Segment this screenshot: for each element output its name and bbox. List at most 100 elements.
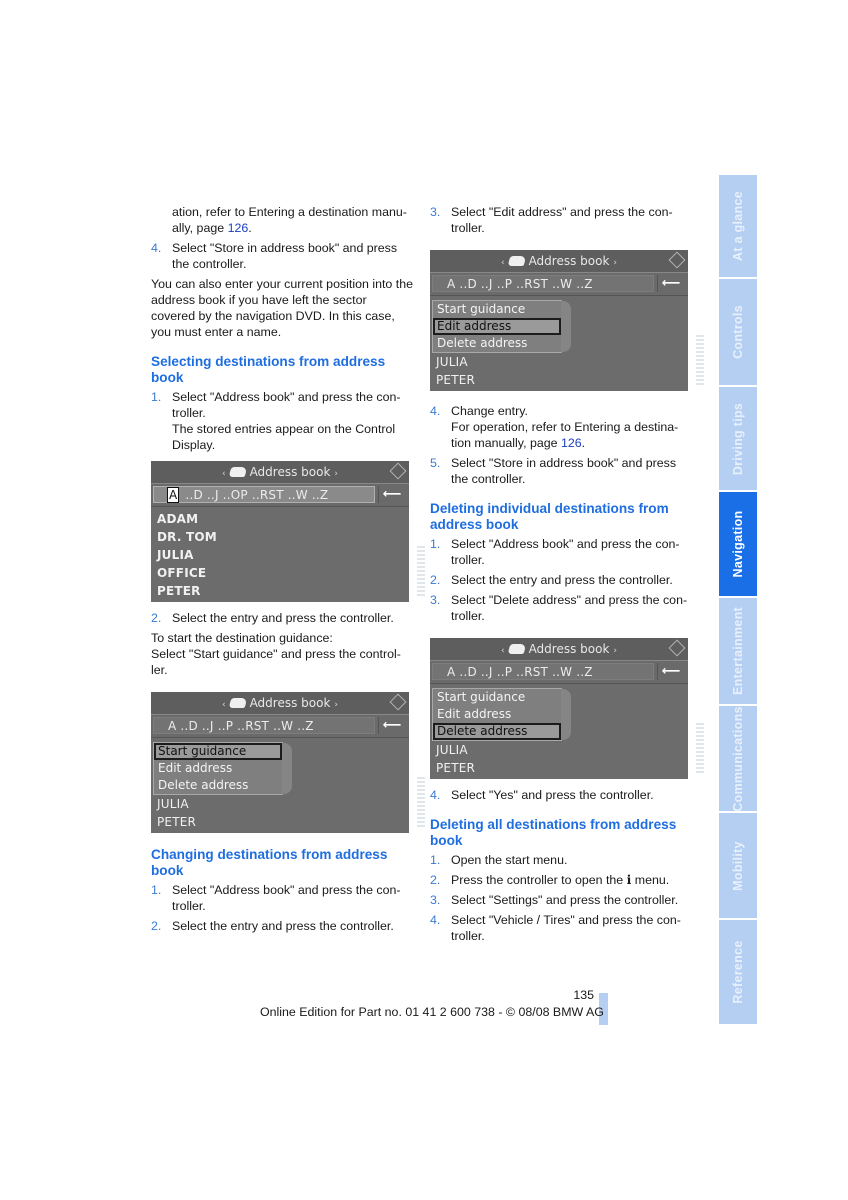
left-column: ation, refer to Entering a destination m…: [151, 204, 425, 938]
address-book-icon: [228, 467, 247, 477]
option-delete-address: Delete address: [433, 723, 561, 740]
back-arrow-icon: ⟵: [657, 663, 684, 680]
control-display-screenshot: ‹ Address book › A ..D ..J ..P ..RST ..W .…: [430, 250, 704, 391]
list-item: 4. Select "Vehicle / Tires" and press the…: [430, 913, 681, 943]
option-edit-address: Edit address: [437, 707, 512, 721]
section-heading: Deleting all destinations from address b…: [430, 817, 677, 848]
address-entry: JULIA: [436, 355, 468, 369]
option-edit-address: Edit address: [433, 318, 561, 335]
continued-text: ation, refer to Entering a destination m…: [172, 205, 407, 235]
address-entry: JULIA: [157, 548, 194, 562]
arrow-right-icon: ›: [613, 646, 618, 656]
address-entry: PETER: [436, 373, 476, 387]
section-heading: Selecting destinations from address book: [151, 354, 386, 385]
tab-reference[interactable]: Reference: [719, 920, 757, 1024]
list-item: 1. Select "Address book" and press the co…: [430, 537, 680, 567]
arrow-left-icon: ‹: [500, 646, 505, 656]
image-code: [417, 777, 425, 827]
arrow-left-icon: ‹: [221, 469, 226, 479]
address-book-icon: [228, 698, 247, 708]
address-book-icon: [507, 644, 526, 654]
list-item: 4. Change entry. For operation, refer to E…: [430, 404, 679, 450]
option-edit-address: Edit address: [158, 761, 233, 775]
paragraph: You can also enter your current position…: [151, 277, 413, 339]
tab-communications[interactable]: Communications: [719, 706, 757, 811]
option-start-guidance: Start guidance: [437, 690, 526, 704]
alphabet-row: A ..D ..J ..P ..RST ..W ..Z ⟵: [430, 660, 688, 684]
screen-title: Address book: [528, 254, 610, 268]
address-list: ADAM DR. TOM JULIA OFFICE PETER: [151, 507, 409, 602]
list-item: 3. Select "Settings" and press the contro…: [430, 893, 679, 907]
alphabet-selector: A ..D ..J ..P ..RST ..W ..Z: [153, 717, 375, 734]
control-display-screenshot: ‹ Address book › A ..D ..J ..OP ..RST ..W …: [151, 461, 425, 602]
section-heading: Deleting individual destinations from ad…: [430, 501, 669, 532]
list-item: 3. Select "Delete address" and press the …: [430, 593, 688, 623]
page-number: 135: [573, 988, 594, 1002]
list-item: 4. Select "Yes" and press the controller.: [430, 788, 654, 802]
address-entry: PETER: [157, 815, 197, 829]
image-code: [696, 335, 704, 385]
image-code: [417, 546, 425, 596]
control-display-screenshot: ‹ Address book › A ..D ..J ..P ..RST ..W .…: [151, 692, 425, 833]
address-list: Start guidance Edit address Delete addre…: [430, 684, 688, 779]
option-delete-address: Delete address: [158, 778, 249, 792]
tab-controls[interactable]: Controls: [719, 279, 757, 385]
screen-title-bar: ‹ Address book ›: [151, 461, 409, 483]
option-delete-address: Delete address: [437, 336, 528, 350]
popup-scrollbar: [561, 301, 571, 352]
popup-scrollbar: [282, 743, 292, 794]
tab-mobility[interactable]: Mobility: [719, 813, 757, 918]
address-entry: JULIA: [157, 797, 189, 811]
list-item: 2. Select the entry and press the control…: [151, 611, 394, 625]
options-popup: Start guidance Edit address Delete addre…: [432, 688, 571, 741]
address-list: Start guidance Edit address Delete addre…: [151, 738, 409, 833]
controller-direction-icon: [389, 693, 407, 711]
alphabet-row: A ..D ..J ..P ..RST ..W ..Z ⟵: [430, 272, 688, 296]
alphabet-row: A ..D ..J ..P ..RST ..W ..Z ⟵: [151, 714, 409, 738]
address-entry: PETER: [157, 584, 201, 598]
back-arrow-icon: ⟵: [378, 486, 405, 503]
controller-direction-icon: [389, 462, 407, 480]
address-entry: PETER: [436, 761, 476, 775]
chapter-tabs: At a glance Controls Driving tips Naviga…: [719, 175, 757, 1026]
alphabet-selector: A ..D ..J ..P ..RST ..W ..Z: [432, 663, 654, 680]
list-item: 1. Select "Address book" and press the co…: [151, 883, 401, 913]
address-entry: OFFICE: [157, 566, 207, 580]
options-popup: Start guidance Edit address Delete addre…: [153, 742, 292, 795]
page-link[interactable]: 126: [561, 436, 582, 450]
controller-direction-icon: [668, 251, 686, 269]
tab-at-a-glance[interactable]: At a glance: [719, 175, 757, 277]
screen-title-bar: ‹ Address book ›: [151, 692, 409, 714]
screen-title: Address book: [249, 465, 331, 479]
list-item: 1. Select "Address book" and press the co…: [151, 390, 401, 452]
controller-direction-icon: [668, 639, 686, 657]
list-item: 5. Select "Store in address book" and pre…: [430, 456, 677, 486]
tab-entertainment[interactable]: Entertainment: [719, 598, 757, 704]
tab-navigation[interactable]: Navigation: [719, 492, 757, 596]
arrow-right-icon: ›: [334, 469, 339, 479]
address-entry: JULIA: [436, 743, 468, 757]
back-arrow-icon: ⟵: [657, 275, 684, 292]
screen-title: Address book: [528, 642, 610, 656]
address-entry: ADAM: [157, 512, 199, 526]
tab-driving-tips[interactable]: Driving tips: [719, 387, 757, 490]
alphabet-selector: A ..D ..J ..OP ..RST ..W ..Z: [153, 486, 375, 503]
page-link[interactable]: 126: [228, 221, 249, 235]
options-popup: Start guidance Edit address Delete addre…: [432, 300, 571, 353]
right-column: 3. Select "Edit address" and press the co…: [430, 204, 704, 948]
section-heading: Changing destinations from address book: [151, 847, 388, 878]
arrow-right-icon: ›: [613, 258, 618, 268]
alphabet-selector: A ..D ..J ..P ..RST ..W ..Z: [432, 275, 654, 292]
option-start-guidance: Start guidance: [437, 302, 526, 316]
list-item: 2. Select the entry and press the control…: [430, 573, 673, 587]
address-list: Start guidance Edit address Delete addre…: [430, 296, 688, 391]
list-item: 3. Select "Edit address" and press the co…: [430, 205, 673, 235]
list-item: 4. Select "Store in address book" and pre…: [151, 241, 398, 271]
image-code: [696, 723, 704, 773]
arrow-left-icon: ‹: [221, 700, 226, 710]
address-entry: DR. TOM: [157, 530, 217, 544]
list-item: 2. Press the controller to open the i men…: [430, 872, 670, 887]
footer-text: Online Edition for Part no. 01 41 2 600 …: [260, 1005, 604, 1019]
back-arrow-icon: ⟵: [378, 717, 405, 734]
option-start-guidance: Start guidance: [154, 743, 282, 760]
